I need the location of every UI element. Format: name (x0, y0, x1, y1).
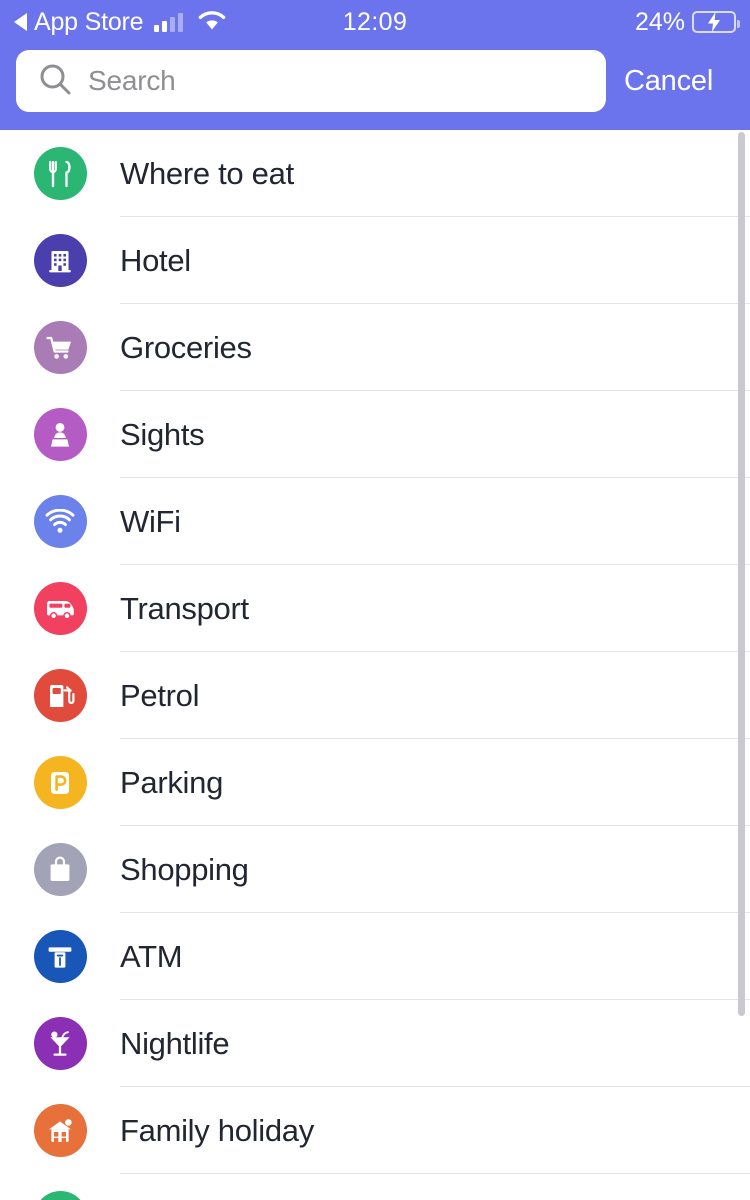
status-bar-right: 24% (634, 0, 740, 44)
list-item[interactable]: Family holiday (0, 1087, 750, 1174)
shopping-bag-icon (33, 843, 87, 896)
list-item-label: Transport (120, 590, 249, 626)
app-header: App Store 12:09 24% Search Cancel (0, 0, 750, 130)
bus-icon (33, 582, 87, 635)
list-item[interactable]: Transport (0, 565, 750, 652)
list-item-icon-wrap (0, 1017, 120, 1070)
family-house-icon (33, 1104, 87, 1157)
scrollbar[interactable] (738, 132, 745, 1016)
list-item[interactable]: Groceries (0, 304, 750, 391)
atm-icon (33, 930, 87, 983)
list-item-label: ATM (120, 938, 183, 974)
lightning-bolt-icon (708, 12, 720, 32)
restaurant-icon (33, 147, 87, 200)
list-item[interactable]: ATM (0, 913, 750, 1000)
list-item-icon-wrap (0, 321, 120, 374)
hotel-icon (33, 234, 87, 287)
list-item-icon-wrap (0, 582, 120, 635)
shopping-cart-icon (33, 321, 87, 374)
list-item-icon-wrap (0, 930, 120, 983)
list-item-label: Nightlife (120, 1025, 230, 1061)
battery-icon (692, 11, 740, 33)
list-item[interactable]: Nightlife (0, 1000, 750, 1087)
list-item-label: Sights (120, 416, 205, 452)
list-item-icon-wrap (0, 843, 120, 896)
list-item[interactable]: Petrol (0, 652, 750, 739)
cancel-button[interactable]: Cancel (624, 65, 713, 98)
monument-icon (33, 408, 87, 461)
search-bar: Search Cancel (0, 50, 750, 112)
list-item[interactable]: Where to eat (0, 130, 750, 217)
list-item-icon-wrap (0, 147, 120, 200)
list-item[interactable]: Hotel (0, 217, 750, 304)
partial-green-icon (33, 1191, 87, 1200)
list-item[interactable]: Shopping (0, 826, 750, 913)
list-item-icon-wrap (0, 1191, 120, 1200)
list-item-icon-wrap (0, 495, 120, 548)
wifi-icon (33, 495, 87, 548)
list-item-label: WiFi (120, 503, 181, 539)
fuel-pump-icon (33, 669, 87, 722)
list-item-label: Hotel (120, 242, 191, 278)
search-input[interactable]: Search (88, 65, 176, 97)
list-item-label: Shopping (120, 851, 249, 887)
list-item-label: Where to eat (120, 155, 294, 191)
list-item[interactable]: Parking (0, 739, 750, 826)
category-list[interactable]: Where to eat Hotel Groceries Sights WiFi (0, 130, 750, 1200)
list-item-label: Petrol (120, 677, 200, 713)
list-item-icon-wrap (0, 408, 120, 461)
list-item-icon-wrap (0, 234, 120, 287)
list-item[interactable] (0, 1174, 750, 1200)
cocktail-icon (33, 1017, 87, 1070)
list-item[interactable]: Sights (0, 391, 750, 478)
list-item[interactable]: WiFi (0, 478, 750, 565)
list-item-icon-wrap (0, 1104, 120, 1157)
parking-icon (33, 756, 87, 809)
list-item-icon-wrap (0, 669, 120, 722)
list-item-label: Family holiday (120, 1112, 314, 1148)
search-icon (38, 62, 72, 101)
battery-percent-label: 24% (634, 7, 685, 36)
search-field[interactable]: Search (16, 50, 606, 112)
list-item-label: Groceries (120, 329, 252, 365)
status-bar: App Store 12:09 24% (0, 0, 750, 44)
list-item-label: Parking (120, 764, 224, 800)
list-item-icon-wrap (0, 756, 120, 809)
